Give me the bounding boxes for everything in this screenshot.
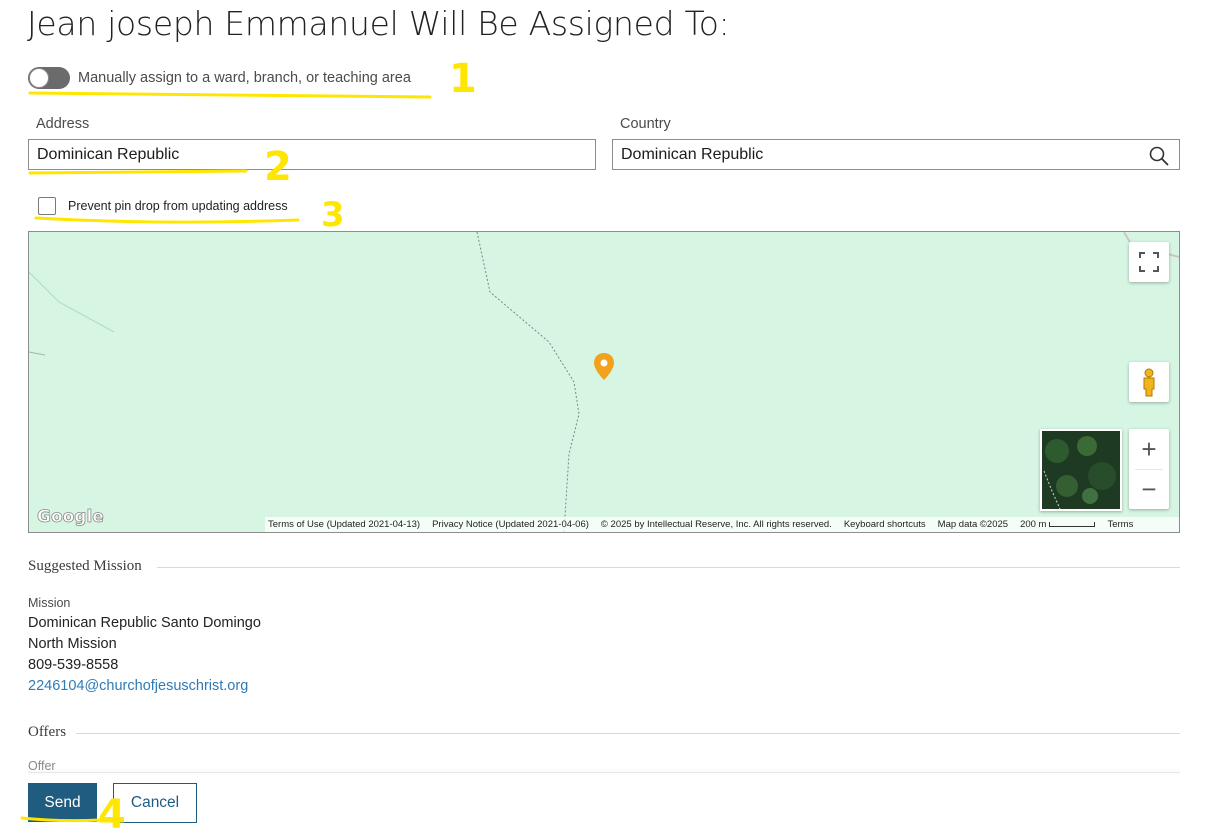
annotation-number-1: 1 xyxy=(449,56,477,102)
mission-name-line2: North Mission xyxy=(28,636,117,652)
manual-assign-toggle[interactable] xyxy=(28,67,70,89)
mission-label: Mission xyxy=(28,596,71,610)
zoom-in-button[interactable]: + xyxy=(1129,429,1169,469)
annotation-number-3: 3 xyxy=(321,195,345,235)
terms-of-use-link[interactable]: Terms of Use (Updated 2021-04-13) xyxy=(268,519,420,530)
country-label: Country xyxy=(620,116,671,132)
map-marker-icon[interactable] xyxy=(592,352,616,382)
map-terrain xyxy=(29,232,1179,532)
offers-heading: Offers xyxy=(28,724,67,740)
send-button[interactable]: Send xyxy=(28,783,97,822)
google-logo: Google xyxy=(37,507,105,528)
mission-email-link[interactable]: 2246104@churchofjesuschrist.org xyxy=(28,678,248,694)
scale-label: 200 m xyxy=(1020,519,1047,530)
satellite-view-toggle[interactable] xyxy=(1040,429,1122,511)
annotation-underline-2 xyxy=(28,169,248,175)
street-view-button[interactable] xyxy=(1129,362,1169,402)
scale-bar[interactable]: 200 m xyxy=(1020,519,1096,530)
address-label: Address xyxy=(36,116,90,132)
country-input[interactable]: Dominican Republic xyxy=(612,139,1180,170)
section-divider xyxy=(157,567,1180,568)
map[interactable]: + − Google Terms of Use (Updated 2021-04… xyxy=(28,231,1180,533)
privacy-notice-link[interactable]: Privacy Notice (Updated 2021-04-06) xyxy=(432,519,589,530)
map-footer: Terms of Use (Updated 2021-04-13) Privac… xyxy=(265,517,1179,532)
search-icon[interactable] xyxy=(1148,145,1170,167)
footer-bar-edge xyxy=(28,772,1180,773)
satellite-thumbnail xyxy=(1043,436,1116,509)
terms-link[interactable]: Terms xyxy=(1107,519,1133,530)
zoom-out-button[interactable]: − xyxy=(1129,469,1169,509)
page-title: Jean joseph Emmanuel Will Be Assigned To… xyxy=(27,4,730,43)
annotation-underline-3 xyxy=(34,216,300,224)
prevent-pin-drop-label: Prevent pin drop from updating address xyxy=(68,199,288,213)
toggle-knob xyxy=(29,68,49,88)
prevent-pin-drop-checkbox[interactable] xyxy=(38,197,56,215)
keyboard-shortcuts-link[interactable]: Keyboard shortcuts xyxy=(844,519,926,530)
offer-label: Offer xyxy=(28,759,56,773)
cancel-button[interactable]: Cancel xyxy=(113,783,197,823)
manual-assign-label: Manually assign to a ward, branch, or te… xyxy=(78,70,411,86)
zoom-control: + − xyxy=(1129,429,1169,509)
annotation-underline-1 xyxy=(28,91,432,99)
copyright-text: © 2025 by Intellectual Reserve, Inc. All… xyxy=(600,519,832,530)
fullscreen-button[interactable] xyxy=(1129,242,1169,282)
map-data-text: Map data ©2025 xyxy=(937,519,1009,530)
fullscreen-icon xyxy=(1139,252,1159,272)
section-divider xyxy=(76,733,1180,734)
suggested-mission-heading: Suggested Mission xyxy=(28,558,142,574)
scale-line xyxy=(1049,522,1096,527)
mission-phone: 809-539-8558 xyxy=(28,657,119,673)
pegman-icon xyxy=(1143,368,1155,397)
address-input[interactable]: Dominican Republic xyxy=(28,139,596,170)
mission-name-line1: Dominican Republic Santo Domingo xyxy=(28,615,261,631)
country-value: Dominican Republic xyxy=(621,146,764,163)
